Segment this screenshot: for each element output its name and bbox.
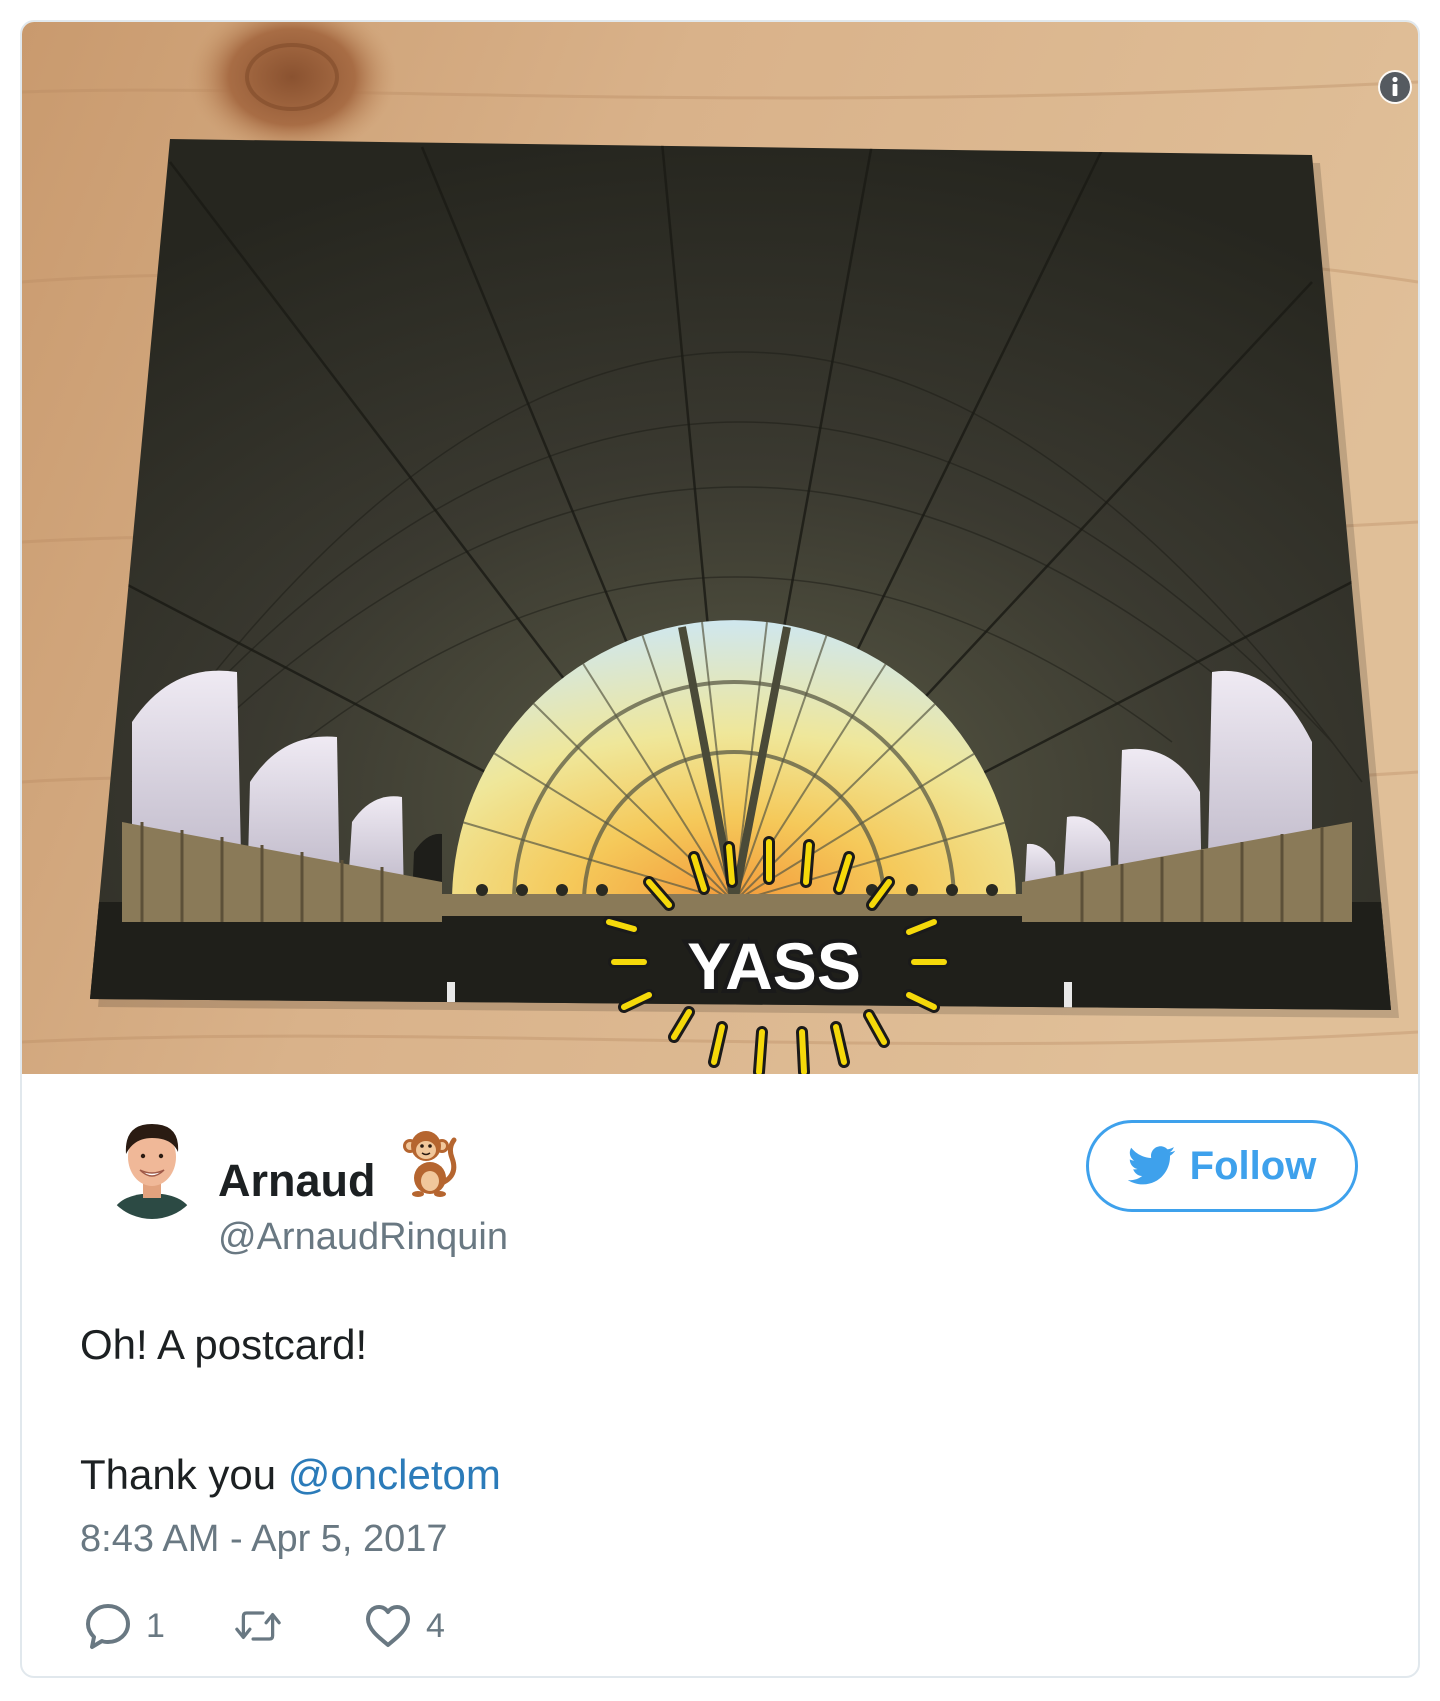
- tweet-text-prefix: Thank you: [80, 1451, 288, 1498]
- heart-icon: [366, 1605, 410, 1647]
- tweet-timestamp[interactable]: 8:43 AM - Apr 5, 2017: [80, 1520, 448, 1558]
- monkey-emoji: [403, 1131, 457, 1197]
- reply-icon: [86, 1604, 130, 1649]
- avatar[interactable]: [102, 1112, 202, 1222]
- follow-button[interactable]: Follow: [1086, 1120, 1358, 1212]
- like-action[interactable]: 4: [362, 1598, 445, 1654]
- reply-count: 1: [146, 1607, 165, 1645]
- retweet-action[interactable]: [232, 1598, 296, 1654]
- like-count: 4: [426, 1607, 445, 1645]
- display-name[interactable]: Arnaud: [218, 1158, 376, 1203]
- tweet-text-line-1: Oh! A postcard!: [80, 1321, 368, 1368]
- mention-link[interactable]: @oncletom: [288, 1451, 501, 1498]
- tweet-card: YASS Arnaud @ArnaudRinquin Follow Oh! A …: [20, 20, 1420, 1678]
- user-handle[interactable]: @ArnaudRinquin: [218, 1218, 508, 1256]
- info-icon[interactable]: [1377, 69, 1413, 105]
- follow-button-label: Follow: [1189, 1144, 1317, 1188]
- retweet-icon: [235, 1611, 281, 1641]
- reply-action[interactable]: 1: [82, 1598, 165, 1654]
- tweet-photo[interactable]: YASS: [22, 22, 1418, 1074]
- tweet-text-line-2: Thank you @oncletom: [80, 1454, 501, 1496]
- twitter-bird-icon: [1127, 1146, 1175, 1185]
- yass-sticker-text: YASS: [687, 929, 861, 1003]
